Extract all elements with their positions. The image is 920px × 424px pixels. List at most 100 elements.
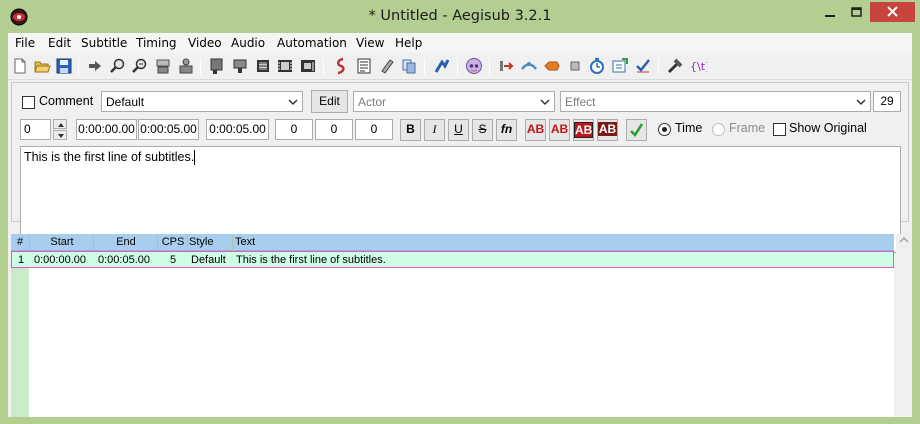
italic-button[interactable]: I bbox=[424, 119, 445, 141]
open-folder-icon[interactable] bbox=[33, 57, 51, 75]
layer-stepper[interactable] bbox=[53, 119, 67, 140]
snap-start-icon[interactable] bbox=[154, 57, 172, 75]
menu-video[interactable]: Video bbox=[188, 36, 222, 50]
secondary-color-button[interactable]: AB bbox=[549, 119, 570, 141]
checkmark-icon bbox=[630, 123, 644, 137]
time-radio[interactable] bbox=[658, 123, 671, 136]
visual-typesetting-icon[interactable] bbox=[520, 57, 538, 75]
menu-edit[interactable]: Edit bbox=[48, 36, 71, 50]
margin-vertical-field[interactable]: 0 bbox=[355, 119, 393, 140]
bold-button[interactable]: B bbox=[400, 119, 421, 141]
underline-label: U bbox=[454, 122, 463, 136]
effect-placeholder: Effect bbox=[565, 95, 596, 109]
toolbar-separator bbox=[78, 58, 79, 75]
jump-to-icon[interactable] bbox=[86, 57, 104, 75]
row-style: Default bbox=[191, 254, 226, 266]
end-time-field[interactable]: 0:00:05.00 bbox=[138, 119, 199, 140]
outline-color-button[interactable]: AB bbox=[573, 119, 594, 141]
font-button[interactable]: fn bbox=[496, 119, 517, 141]
primary-color-button[interactable]: AB bbox=[525, 119, 546, 141]
column-header-start: Start bbox=[50, 236, 74, 248]
row-start: 0:00:00.00 bbox=[34, 254, 86, 266]
menu-bar: File Edit Subtitle Timing Video Audio Au… bbox=[8, 33, 912, 53]
duration-field[interactable]: 0:00:05.00 bbox=[206, 119, 269, 140]
spell-check-icon[interactable] bbox=[378, 57, 396, 75]
layer-field[interactable]: 0 bbox=[20, 119, 51, 140]
show-original-label: Show Original bbox=[789, 121, 867, 135]
strikeout-label: S bbox=[478, 122, 487, 136]
aegisub-mascot-icon[interactable] bbox=[465, 57, 483, 75]
close-button[interactable] bbox=[870, 2, 915, 22]
video-details-icon[interactable] bbox=[299, 57, 317, 75]
menu-audio[interactable]: Audio bbox=[231, 36, 265, 50]
show-original-checkbox[interactable] bbox=[773, 123, 786, 136]
menu-file[interactable]: File bbox=[15, 36, 35, 50]
shift-times-icon[interactable] bbox=[332, 57, 350, 75]
toolbar-separator bbox=[489, 58, 490, 75]
properties-icon[interactable] bbox=[231, 57, 249, 75]
color-label: AB bbox=[598, 122, 617, 136]
save-icon[interactable] bbox=[55, 57, 73, 75]
subtitle-edit-box: Comment Default Edit Actor Effect 29 0 0… bbox=[11, 82, 909, 253]
scroll-up-arrow-icon[interactable] bbox=[896, 234, 912, 246]
snap-end-icon[interactable] bbox=[177, 57, 195, 75]
check-lines-icon[interactable] bbox=[634, 57, 652, 75]
menu-subtitle[interactable]: Subtitle bbox=[81, 36, 127, 50]
actor-placeholder: Actor bbox=[358, 95, 387, 109]
frame-radio[interactable] bbox=[712, 123, 725, 136]
commit-button[interactable] bbox=[626, 119, 647, 141]
window-title: * Untitled - Aegisub 3.2.1 bbox=[368, 8, 552, 24]
style-select[interactable]: Default bbox=[101, 91, 303, 112]
color-label: AB bbox=[526, 122, 545, 136]
comment-checkbox[interactable] bbox=[22, 96, 35, 109]
table-row[interactable]: 1 0:00:00.00 0:00:05.00 5 Default This i… bbox=[11, 251, 894, 268]
kanji-timer-icon[interactable] bbox=[433, 57, 451, 75]
character-count: 29 bbox=[873, 91, 901, 112]
options-icon[interactable] bbox=[666, 57, 684, 75]
timing-post-icon[interactable] bbox=[497, 57, 515, 75]
translation-icon[interactable] bbox=[355, 57, 373, 75]
strikeout-button[interactable]: S bbox=[472, 119, 493, 141]
effect-select[interactable]: Effect bbox=[560, 91, 871, 112]
clock-icon[interactable] bbox=[588, 57, 606, 75]
column-header-text: Text bbox=[235, 236, 256, 248]
zoom-in-icon[interactable] bbox=[109, 57, 127, 75]
styles-manager-icon[interactable] bbox=[208, 57, 226, 75]
stop-icon[interactable] bbox=[566, 57, 584, 75]
toolbar-separator bbox=[658, 58, 659, 75]
attachments-icon[interactable] bbox=[254, 57, 272, 75]
menu-timing[interactable]: Timing bbox=[136, 36, 177, 50]
edit-style-button[interactable]: Edit bbox=[311, 90, 348, 113]
layer-down-button[interactable] bbox=[53, 130, 67, 140]
fonts-collector-icon[interactable] bbox=[276, 57, 294, 75]
export-icon[interactable] bbox=[611, 57, 629, 75]
zoom-out-icon[interactable] bbox=[131, 57, 149, 75]
comment-label: Comment bbox=[39, 94, 94, 108]
toolbar-separator bbox=[457, 58, 458, 75]
actor-select[interactable]: Actor bbox=[353, 91, 555, 112]
menu-automation[interactable]: Automation bbox=[277, 36, 347, 50]
chevron-up-icon bbox=[58, 123, 64, 127]
menu-view[interactable]: View bbox=[356, 36, 384, 50]
row-cps: 5 bbox=[170, 254, 177, 266]
margin-right-field[interactable]: 0 bbox=[315, 119, 353, 140]
margin-left-field[interactable]: 0 bbox=[275, 119, 313, 140]
automation-icon[interactable] bbox=[543, 57, 561, 75]
subtitle-grid[interactable]: # Start End CPS Style Text 1 0:00:00.00 … bbox=[11, 234, 894, 417]
maximize-button[interactable] bbox=[844, 2, 868, 22]
row-text: This is the first line of subtitles. bbox=[236, 254, 386, 266]
shadow-color-button[interactable]: AB bbox=[597, 119, 618, 141]
resample-icon[interactable] bbox=[400, 57, 418, 75]
layer-up-button[interactable] bbox=[53, 119, 67, 129]
grid-scrollbar[interactable] bbox=[896, 234, 912, 417]
override-tags-icon[interactable]: {\t} bbox=[689, 57, 707, 75]
minimize-button[interactable] bbox=[818, 2, 842, 22]
title-bar[interactable]: * Untitled - Aegisub 3.2.1 bbox=[0, 0, 920, 33]
start-time-field[interactable]: 0:00:00.00 bbox=[76, 119, 137, 140]
underline-button[interactable]: U bbox=[448, 119, 469, 141]
toolbar-separator bbox=[323, 58, 324, 75]
toolbar-separator bbox=[200, 58, 201, 75]
toolbar-separator bbox=[424, 58, 425, 75]
menu-help[interactable]: Help bbox=[395, 36, 422, 50]
new-file-icon[interactable] bbox=[11, 57, 29, 75]
